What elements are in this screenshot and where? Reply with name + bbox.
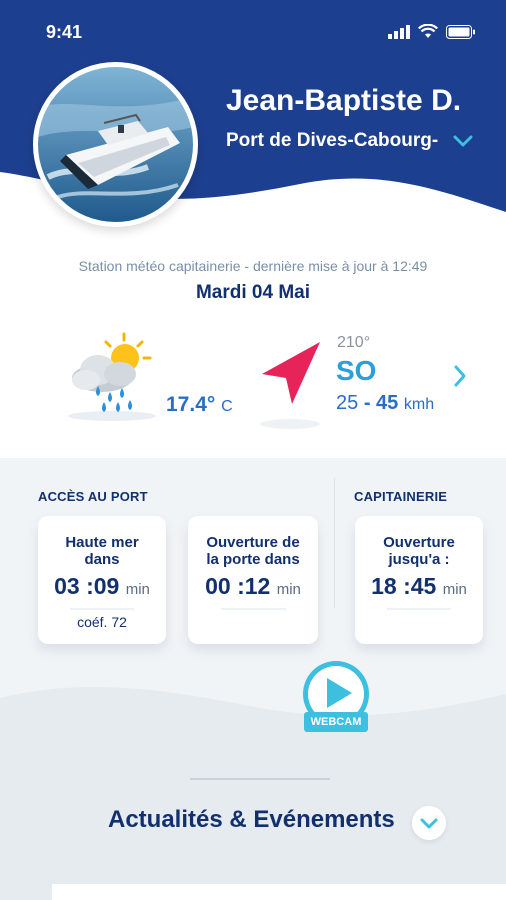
wind-speed: 25 - 45 kmh <box>336 392 434 415</box>
high-tide-card[interactable]: Haute mer dans 03 :09 min coéf. 72 <box>38 516 166 644</box>
wind-direction: SO <box>336 355 377 386</box>
temperature-unit: C <box>221 398 233 415</box>
status-time: 9:41 <box>46 22 83 42</box>
chevron-right-icon[interactable] <box>452 364 468 388</box>
tide-coefficient: coéf. 72 <box>77 614 127 630</box>
card-separator <box>387 608 451 610</box>
chevron-down-icon[interactable] <box>412 806 446 840</box>
wifi-icon <box>418 24 438 38</box>
countdown-unit: min <box>276 581 301 598</box>
user-name: Jean-Baptiste D. <box>226 84 462 117</box>
card-title-line2: dans <box>84 551 120 568</box>
temperature-value: 17.4° <box>166 393 216 416</box>
weather-date: Mardi 04 Mai <box>195 282 311 303</box>
countdown-hours: 03 <box>54 573 80 599</box>
section-divider <box>334 478 335 608</box>
card-title: Ouverture jusqu'a : <box>355 534 483 568</box>
countdown-unit: min <box>125 581 150 598</box>
boat-photo <box>38 67 193 222</box>
status-icons <box>388 24 476 39</box>
card-countdown: 00 :12 min <box>188 573 318 600</box>
wind-arrow-icon <box>260 342 320 429</box>
card-title-line2: jusqu'a : <box>388 551 450 568</box>
card-countdown: 18 :45 min <box>355 573 483 600</box>
wind-speed-max: 45 <box>376 392 399 414</box>
temperature: 17.4° C <box>166 393 233 417</box>
countdown-minutes: 12 <box>244 573 271 599</box>
wind-speed-unit: kmh <box>403 396 435 413</box>
avatar[interactable] <box>33 62 198 227</box>
gate-opening-card[interactable]: Ouverture de la porte dans 00 :12 min <box>188 516 318 644</box>
countdown-hours: 00 <box>205 573 231 599</box>
port-access-label: ACCÈS AU PORT <box>38 489 148 504</box>
card-separator <box>220 608 286 610</box>
wind-degrees: 210° <box>337 334 371 351</box>
webcam-label[interactable]: WEBCAM <box>304 712 368 732</box>
capitainerie-label: CAPITAINERIE <box>354 489 448 504</box>
weather-station-label: Station météo capitainerie - dernière mi… <box>78 258 428 274</box>
card-title-line1: Ouverture <box>383 534 455 551</box>
port-name: Port de Dives-Cabourg- <box>226 130 439 151</box>
status-bar: 9:41 <box>0 0 506 64</box>
countdown-hours: 18 <box>371 573 397 599</box>
countdown-minutes: 09 <box>93 573 120 599</box>
wind-speed-separator: - <box>363 392 371 414</box>
card-title: Ouverture de la porte dans <box>188 534 318 568</box>
capitainerie-card[interactable]: Ouverture jusqu'a : 18 :45 min <box>355 516 483 644</box>
card-title: Haute mer dans <box>38 534 166 568</box>
card-countdown: 03 :09 min <box>38 573 166 600</box>
countdown-colon: : <box>237 573 245 599</box>
countdown-minutes: 45 <box>410 573 437 599</box>
card-title-line2: la porte dans <box>206 551 300 568</box>
card-title-line1: Ouverture de <box>206 534 300 551</box>
signal-icon <box>388 24 410 39</box>
port-selector[interactable]: Port de Dives-Cabourg- <box>226 130 438 152</box>
countdown-colon: : <box>86 573 94 599</box>
battery-icon <box>446 24 475 39</box>
horizontal-divider <box>190 778 330 780</box>
card-title-line1: Haute mer <box>65 534 139 551</box>
chevron-down-icon[interactable] <box>452 134 474 148</box>
countdown-unit: min <box>442 581 467 598</box>
news-section-title[interactable]: Actualités & Evénements <box>108 806 395 834</box>
countdown-colon: : <box>403 573 411 599</box>
card-separator <box>70 608 134 610</box>
rain-sun-icon <box>68 332 156 421</box>
wind-speed-min: 25 <box>336 392 359 414</box>
news-card-preview[interactable] <box>52 884 506 900</box>
